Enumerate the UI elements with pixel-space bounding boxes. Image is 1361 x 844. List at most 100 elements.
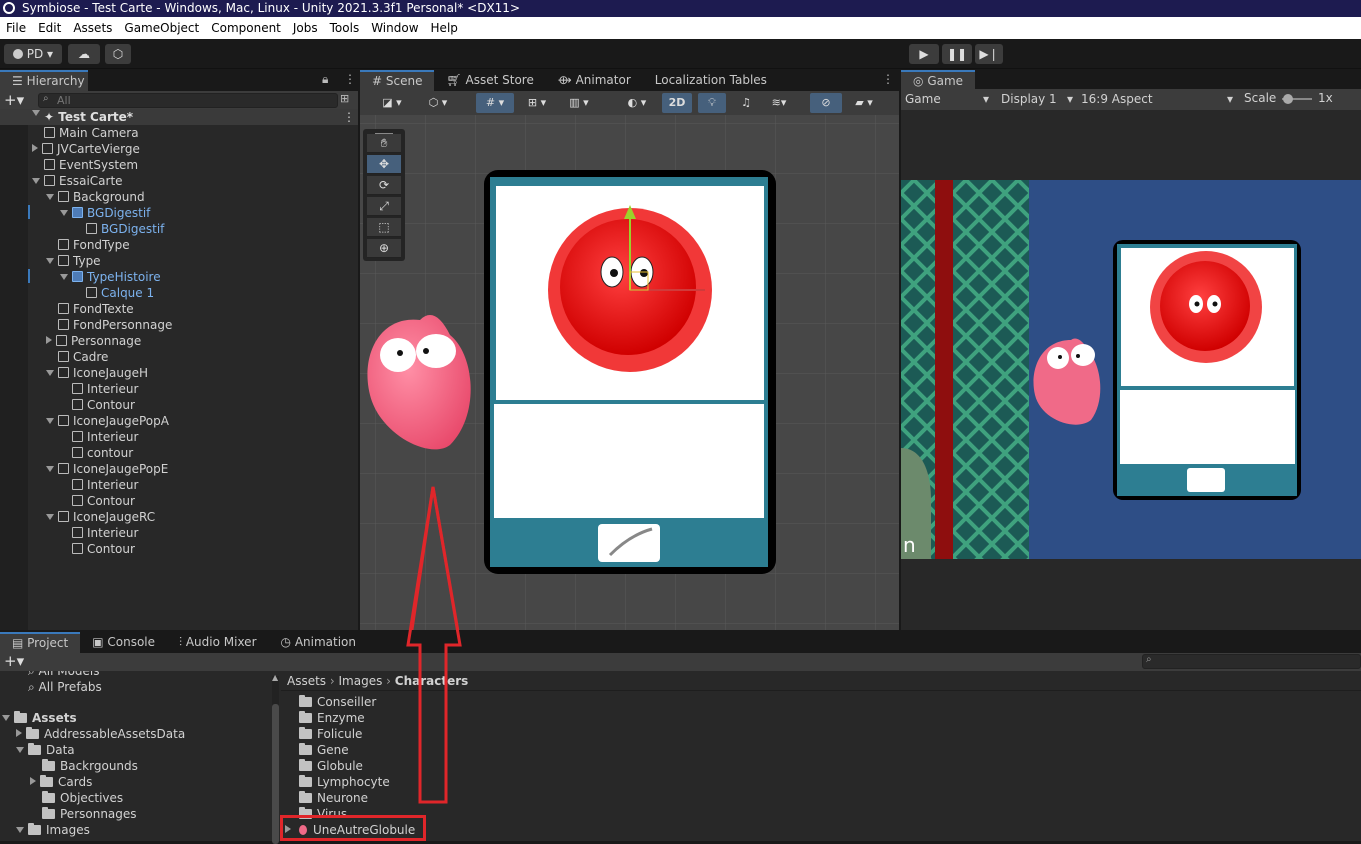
tab-scene[interactable]: # Scene [360, 70, 435, 91]
ruler-button[interactable]: ▥ ▾ [560, 93, 598, 113]
create-icon[interactable]: +▾ [4, 652, 24, 670]
tab-localization-tables[interactable]: Localization Tables [643, 70, 779, 91]
play-button[interactable]: ▶ [909, 44, 939, 64]
hierarchy-item[interactable]: EventSystem [32, 157, 138, 173]
hierarchy-item[interactable]: Contour [60, 397, 135, 413]
effects-button[interactable]: ≋▾ [764, 93, 794, 113]
hierarchy-item[interactable]: Interieur [60, 381, 138, 397]
lighting-toggle-button[interactable]: 💡︎ [698, 93, 726, 113]
expand-arrow-icon[interactable] [46, 336, 52, 344]
tab-audio-mixer[interactable]: ⫶ Audio Mixer [167, 632, 269, 653]
hierarchy-item[interactable]: IconeJaugeH [46, 365, 148, 381]
project-tree-item[interactable]: Cards [30, 774, 92, 790]
hierarchy-item[interactable]: Main Camera [32, 125, 139, 141]
breadcrumb-item[interactable]: Images [339, 674, 383, 688]
expand-arrow-icon[interactable] [46, 370, 54, 376]
favorite-item[interactable]: ⌕ All Prefabs [28, 679, 102, 695]
expand-arrow-icon[interactable] [32, 178, 40, 184]
transform-tool[interactable]: ⊕ [367, 239, 401, 258]
scale-slider-handle[interactable] [1283, 94, 1293, 104]
game-view-dropdown[interactable]: Game ▾ [905, 90, 991, 109]
tab-project[interactable]: ▤ Project [0, 632, 81, 653]
rect-tool[interactable]: ⬚ [367, 218, 401, 237]
menu-assets[interactable]: Assets [67, 21, 118, 35]
shading-mode-button[interactable]: ◐ ▾ [618, 93, 656, 113]
search-filter-icon[interactable]: ⊞ [340, 92, 349, 105]
project-tree-item[interactable]: Assets [2, 710, 77, 726]
expand-arrow-icon[interactable] [46, 418, 54, 424]
hierarchy-item[interactable]: FondType [46, 237, 130, 253]
tab-game[interactable]: ◎ Game [901, 70, 975, 91]
hierarchy-item[interactable]: Contour [60, 541, 135, 557]
menu-edit[interactable]: Edit [32, 21, 67, 35]
project-tree-item[interactable]: Objectives [30, 790, 123, 806]
grid-snap-button[interactable]: # ▾ [476, 93, 514, 113]
hierarchy-item[interactable]: FondTexte [46, 301, 134, 317]
display-dropdown[interactable]: Display 1 ▾ [1001, 90, 1075, 109]
expand-arrow-icon[interactable] [46, 514, 54, 520]
tree-scrollbar-thumb[interactable] [272, 704, 279, 844]
scale-tool[interactable]: ⤢ [367, 197, 401, 216]
hierarchy-item[interactable]: TypeHistoire [60, 269, 161, 285]
hierarchy-item[interactable]: Type [46, 253, 101, 269]
hierarchy-item[interactable]: Calque 1 [74, 285, 154, 301]
hierarchy-item[interactable]: Interieur [60, 477, 138, 493]
hierarchy-item[interactable]: EssaiCarte [32, 173, 123, 189]
tab-animation[interactable]: ◷ Animation [269, 632, 368, 653]
hierarchy-item[interactable]: BGDigestif [74, 221, 164, 237]
cloud-button[interactable]: ☁ [68, 44, 100, 64]
asset-folder-item[interactable]: Globule [299, 758, 363, 774]
scene-viewport[interactable] [360, 115, 899, 630]
expand-arrow-icon[interactable] [16, 729, 22, 737]
scene-menu-icon[interactable]: ⋮ [882, 72, 894, 86]
expand-arrow-icon[interactable] [60, 210, 68, 216]
gizmo-mode-dropdown[interactable]: ⬡ ▾ [418, 93, 458, 113]
more-options-icon[interactable]: ⋮ [344, 72, 356, 86]
2d-toggle-button[interactable]: 2D [662, 93, 692, 113]
menu-gameobject[interactable]: GameObject [118, 21, 205, 35]
scene-header-row[interactable]: ✦ Test Carte* ⋮ [0, 109, 358, 125]
asset-folder-item[interactable]: Conseiller [299, 694, 376, 710]
audio-toggle-button[interactable]: ♫ [732, 93, 760, 113]
expand-arrow-icon[interactable] [30, 777, 36, 785]
tab-console[interactable]: ▣ Console [80, 632, 167, 653]
breadcrumb-item[interactable]: Assets [287, 674, 326, 688]
expand-arrow-icon[interactable] [46, 466, 54, 472]
hierarchy-item[interactable]: IconeJaugePopE [46, 461, 168, 477]
collab-button[interactable]: ⬡ [105, 44, 131, 64]
move-tool[interactable]: ✥ [367, 155, 401, 174]
project-tree-item[interactable]: Images [16, 822, 90, 838]
asset-folder-item[interactable]: Folicule [299, 726, 362, 742]
step-button[interactable]: ▶❘ [975, 44, 1003, 64]
hierarchy-item[interactable]: IconeJaugeRC [46, 509, 155, 525]
hierarchy-item[interactable]: Interieur [60, 429, 138, 445]
lock-icon[interactable]: 🔒︎ [322, 72, 328, 87]
menu-window[interactable]: Window [365, 21, 424, 35]
expand-arrow-icon[interactable] [32, 110, 40, 116]
hierarchy-item[interactable]: Interieur [60, 525, 138, 541]
add-icon[interactable]: +▾ [4, 91, 24, 109]
menu-file[interactable]: File [0, 21, 32, 35]
tree-scrollbar[interactable] [272, 676, 279, 844]
hierarchy-item[interactable]: Personnage [46, 333, 141, 349]
expand-arrow-icon[interactable] [46, 194, 54, 200]
hierarchy-item[interactable]: JVCarteVierge [32, 141, 140, 157]
tab-asset-store[interactable]: 🛒︎ Asset Store [434, 70, 545, 91]
tab-hierarchy[interactable]: ☰ Hierarchy [0, 70, 88, 91]
project-tree-item[interactable]: Data [16, 742, 75, 758]
hierarchy-item[interactable]: Contour [60, 493, 135, 509]
menu-jobs[interactable]: Jobs [287, 21, 324, 35]
hierarchy-item[interactable]: FondPersonnage [46, 317, 172, 333]
asset-folder-item[interactable]: Gene [299, 742, 349, 758]
draw-mode-dropdown[interactable]: ◪ ▾ [372, 93, 412, 113]
hierarchy-item[interactable]: contour [60, 445, 133, 461]
menu-component[interactable]: Component [205, 21, 287, 35]
asset-folder-item[interactable]: Lymphocyte [299, 774, 390, 790]
project-tree-item[interactable]: Backrgounds [30, 758, 138, 774]
project-tree-item[interactable]: AddressableAssetsData [16, 726, 185, 742]
expand-arrow-icon[interactable] [16, 747, 24, 753]
project-tree-item[interactable]: Personnages [30, 806, 137, 822]
hierarchy-item[interactable]: IconeJaugePopA [46, 413, 169, 429]
expand-arrow-icon[interactable] [2, 715, 10, 721]
account-dropdown[interactable]: PD ▾ [4, 44, 62, 64]
